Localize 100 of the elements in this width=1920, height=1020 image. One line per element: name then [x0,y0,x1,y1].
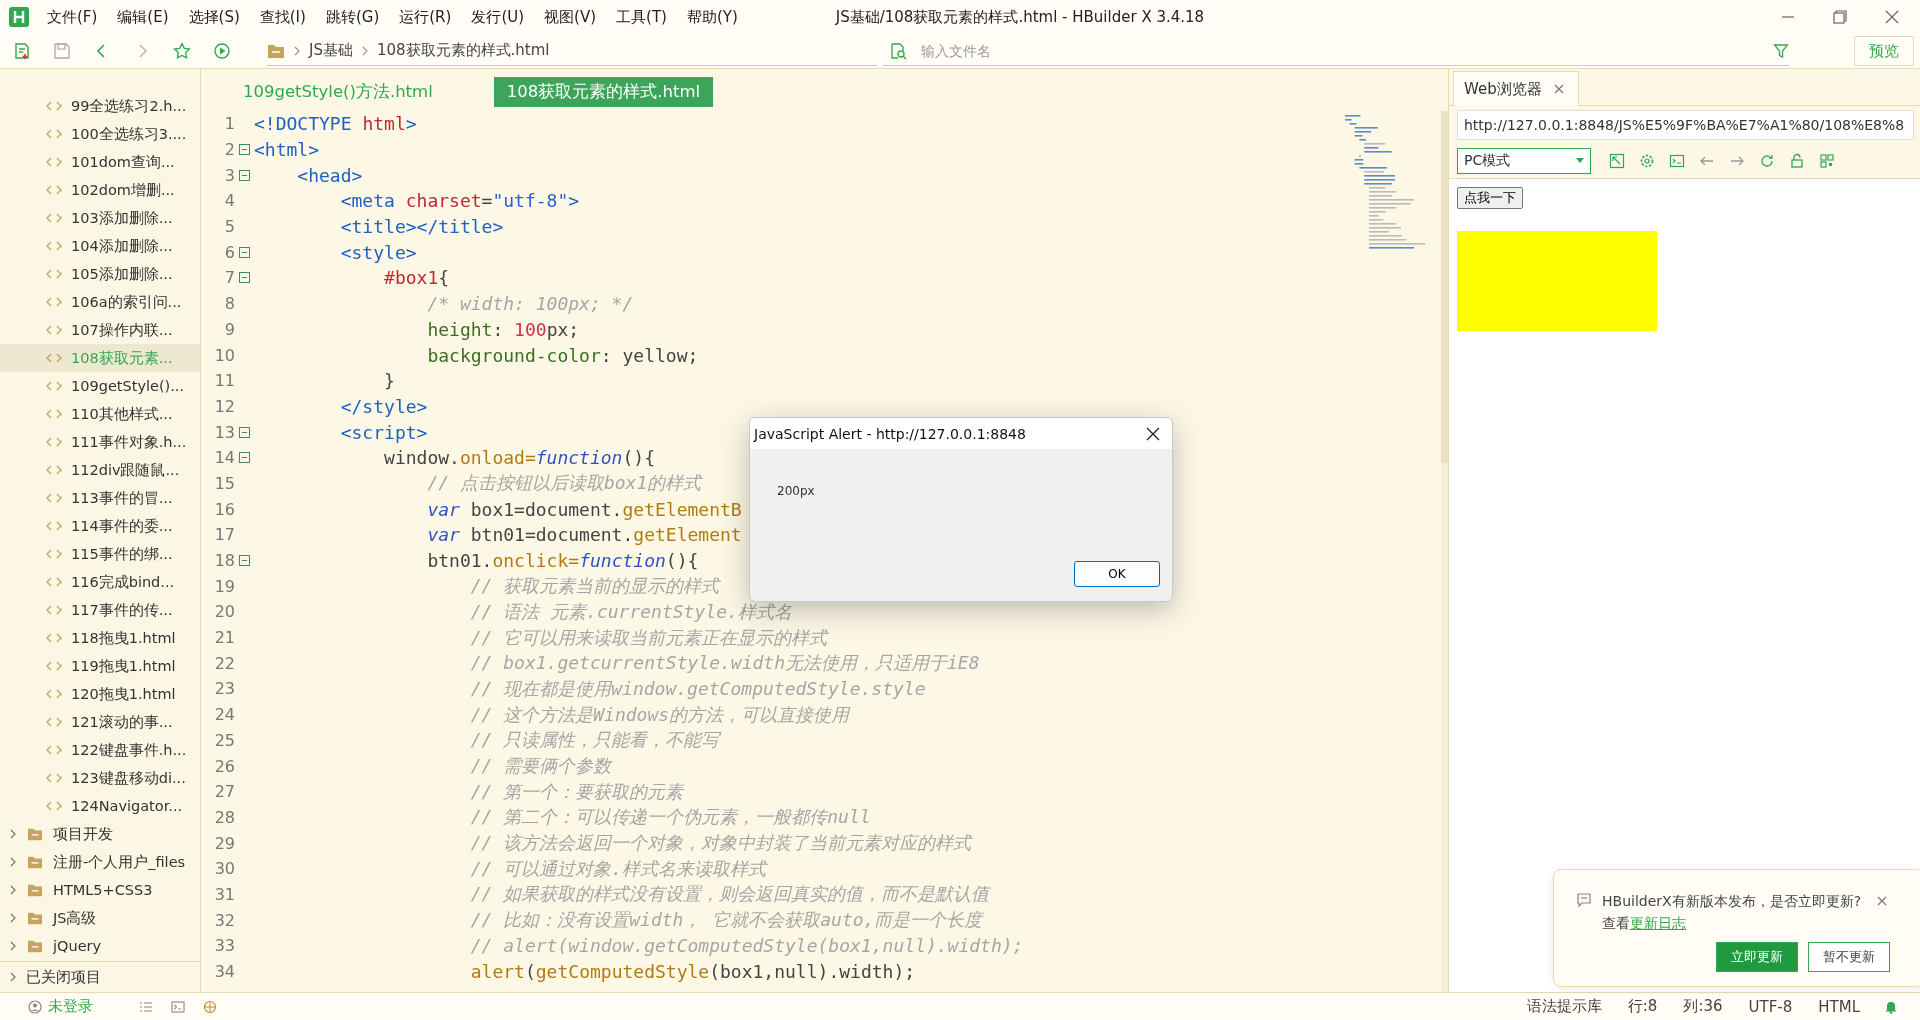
refresh-icon[interactable] [1759,153,1775,169]
browser-tab[interactable]: Web浏览器 [1453,71,1579,106]
file-item[interactable]: 99全选练习2.h... [0,92,200,120]
file-item[interactable]: 113事件的冒... [0,484,200,512]
file-item[interactable]: 110其他样式... [0,400,200,428]
message-icon [1576,892,1592,908]
scrollbar-thumb[interactable] [1441,111,1448,463]
save-icon[interactable] [53,42,71,60]
new-file-icon[interactable] [13,42,31,60]
code-line: alert(getComputedStyle(box1,null).width); [469,961,916,983]
file-item[interactable]: 100全选练习3.... [0,120,200,148]
folder-icon [27,855,43,869]
code-icon [46,240,62,252]
collapse-icon[interactable] [239,452,250,464]
run-icon[interactable] [213,42,231,60]
expand-icon[interactable] [1609,153,1625,169]
mode-select[interactable]: PC模式 [1457,148,1591,174]
file-item[interactable]: 104添加删除... [0,232,200,260]
status-item[interactable]: 行:8 [1627,997,1658,1016]
terminal-icon[interactable] [171,999,185,1014]
file-item[interactable]: 101dom查询... [0,148,200,176]
file-item[interactable]: 115事件的绑... [0,540,200,568]
later-button[interactable]: 暂不更新 [1808,942,1890,972]
file-item[interactable]: 118拖曳1.html [0,624,200,652]
qr-code-icon[interactable] [1819,153,1835,169]
code-line: // 比如：没有设置width， 它就不会获取auto,而是一个长度 [469,908,983,933]
file-item[interactable]: 116完成bind... [0,568,200,596]
menu-item[interactable]: 跳转(G) [325,7,380,27]
close-icon[interactable] [1146,426,1160,441]
status-item[interactable]: UTF-8 [1748,997,1793,1016]
restore-icon[interactable] [1832,9,1848,25]
settings-icon[interactable] [1639,153,1655,169]
collapse-icon[interactable] [239,246,250,258]
menu-item[interactable]: 选择(S) [188,7,240,27]
folder-item[interactable]: JS高级 [0,904,200,932]
menu-item[interactable]: 视图(V) [544,7,597,27]
status-item[interactable]: HTML [1818,997,1860,1016]
code-icon [46,380,62,392]
ok-button[interactable]: OK [1074,561,1160,587]
status-item[interactable]: 语法提示库 [1526,997,1602,1016]
lock-icon[interactable] [1789,153,1805,169]
menu-item[interactable]: 编辑(E) [117,7,169,27]
alert-message: 200px [777,484,815,498]
menu-item[interactable]: 工具(T) [616,7,667,27]
line-number: 28 [213,807,235,827]
file-item[interactable]: 124Navigator... [0,792,200,820]
file-item[interactable]: 119拖曳1.html [0,652,200,680]
collapse-icon[interactable] [239,144,250,156]
file-name: 120拖曳1.html [71,684,176,704]
file-name: 102dom增删... [71,180,175,200]
user-icon[interactable] [28,999,42,1014]
file-item[interactable]: 122键盘事件.h... [0,736,200,764]
menu-item[interactable]: 运行(R) [399,7,452,27]
file-item[interactable]: 106a的索引问... [0,288,200,316]
page-button[interactable]: 点我一下 [1457,187,1523,209]
file-item[interactable]: 120拖曳1.html [0,680,200,708]
folder-item[interactable]: jQuery [0,932,200,960]
app-logo-icon [9,7,29,27]
collapse-icon[interactable] [239,555,250,567]
collapse-icon[interactable] [239,169,250,181]
file-item[interactable]: 102dom增删... [0,176,200,204]
code-icon [46,352,62,364]
file-item[interactable]: 114事件的委... [0,512,200,540]
file-item[interactable]: 117事件的传... [0,596,200,624]
line-number: 12 [213,396,235,416]
file-search-field[interactable]: 输入文件名 [919,41,1761,60]
menu-item[interactable]: 发行(U) [471,7,525,27]
breadcrumb-item[interactable]: 108获取元素的样式.html [376,41,550,60]
file-item[interactable]: 109getStyle()... [0,372,200,400]
window-title: JS基础/108获取元素的样式.html - HBuilder X 3.4.18 [835,7,1205,27]
collapse-icon[interactable] [239,426,250,438]
line-number: 9 [223,319,235,339]
line-number: 33 [213,936,235,956]
folder-item[interactable]: HTML5+CSS3 [0,876,200,904]
menu-item[interactable]: 帮助(Y) [686,7,738,27]
file-item[interactable]: 107操作内联... [0,316,200,344]
code-line: // 第一个：要获取的元素 [469,779,684,804]
file-item[interactable]: 123键盘移动di... [0,764,200,792]
globe-icon[interactable] [203,999,219,1014]
file-item[interactable]: 103添加删除... [0,204,200,232]
menu-item[interactable]: 查找(I) [259,7,306,27]
console-icon[interactable] [1669,153,1685,169]
file-item[interactable]: 105添加删除... [0,260,200,288]
folder-item[interactable]: 注册-个人用户_files [0,848,200,876]
code-line: // 点击按钮以后读取box1的样式 [426,471,702,496]
status-item[interactable]: 列:36 [1683,997,1723,1016]
star-icon[interactable] [173,42,191,60]
bell-icon[interactable] [1884,999,1898,1014]
update-now-button[interactable]: 立即更新 [1716,942,1798,972]
filter-icon[interactable] [1773,42,1789,59]
line-number: 25 [213,730,235,750]
breadcrumb-item[interactable]: JS基础 [309,41,353,60]
file-item[interactable]: 112div跟随鼠... [0,456,200,484]
list-icon[interactable] [139,999,153,1014]
url-field[interactable]: http://127.0.0.1:8848/JS%E5%9F%BA%E7%A1%80/108%E8%8 [1457,110,1914,140]
menu-item[interactable]: 文件(F) [47,7,98,27]
collapse-icon[interactable] [239,272,250,284]
file-item[interactable]: 121滚动的事... [0,708,200,736]
folder-item[interactable]: 项目开发 [0,820,200,848]
file-item[interactable]: 111事件对象.h... [0,428,200,456]
